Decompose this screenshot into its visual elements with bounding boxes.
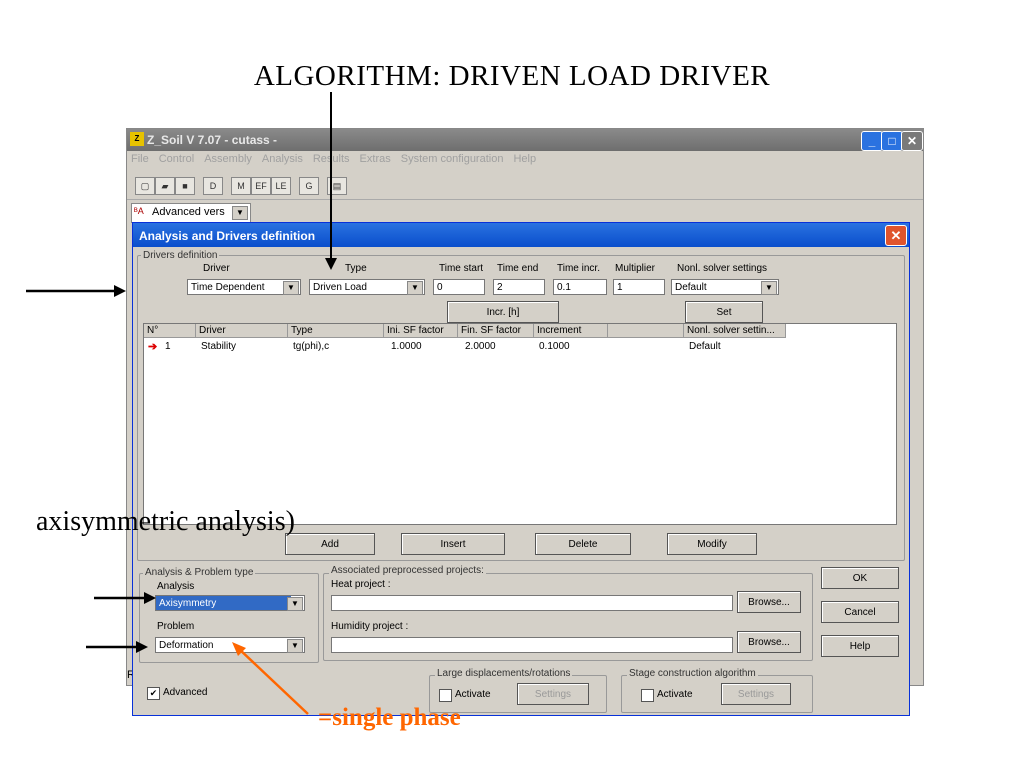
annotation-arrows (26, 92, 337, 715)
arrow-right-icon (26, 285, 126, 297)
orange-arrow-icon (232, 642, 309, 715)
arrow-right-icon (94, 592, 156, 604)
arrow-right-icon (86, 641, 148, 653)
arrow-down-icon (325, 92, 337, 270)
